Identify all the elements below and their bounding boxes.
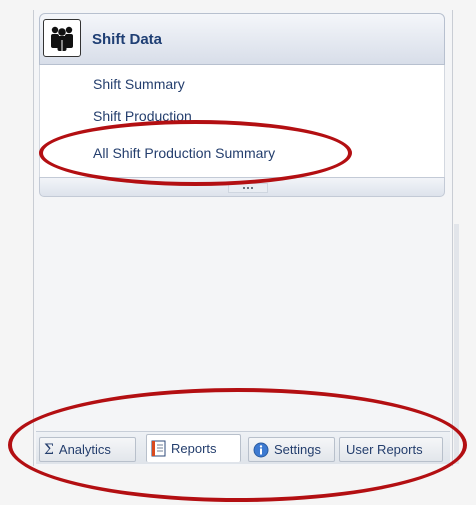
page: Shift Data Shift Summary Shift Productio… — [0, 0, 476, 505]
all-shift-production-summary-link[interactable]: All Shift Production Summary — [93, 145, 275, 161]
tab-reports-label: Reports — [171, 441, 217, 456]
people-group-icon — [43, 19, 81, 57]
tab-analytics-label: Analytics — [58, 442, 111, 457]
tab-user-reports-label: User Reports — [346, 442, 423, 457]
resize-grip-handle[interactable] — [228, 183, 268, 193]
tab-settings-label: Settings — [274, 442, 321, 457]
shift-data-list: Shift Summary Shift Production All Shift… — [39, 65, 445, 177]
tab-analytics[interactable]: Σ Analytics — [39, 437, 136, 462]
bottom-tab-bar: Σ Analytics Reports Settings User Report… — [36, 431, 450, 464]
shift-data-footer — [39, 177, 445, 197]
shift-summary-link[interactable]: Shift Summary — [93, 76, 185, 92]
shift-production-link[interactable]: Shift Production — [93, 108, 192, 124]
panel-scrollbar[interactable] — [454, 224, 459, 464]
shift-data-title: Shift Data — [92, 31, 163, 48]
report-document-icon — [151, 440, 166, 457]
shift-data-header[interactable]: Shift Data — [39, 13, 445, 65]
sigma-icon: Σ — [44, 441, 54, 458]
tab-user-reports[interactable]: User Reports — [339, 437, 443, 462]
tab-reports[interactable]: Reports — [146, 434, 241, 462]
tab-settings[interactable]: Settings — [248, 437, 335, 462]
info-icon — [253, 442, 269, 458]
